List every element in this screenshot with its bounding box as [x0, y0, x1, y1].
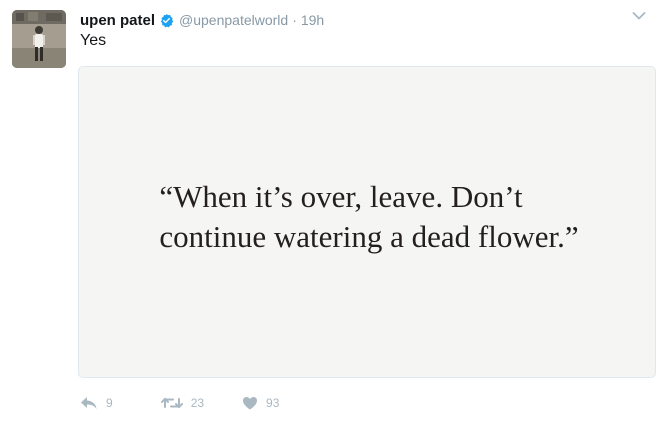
quote-line-1: “When it’s over, leave. Don’t	[159, 179, 523, 214]
quote-text: “When it’s over, leave. Don’t continue w…	[159, 177, 578, 257]
tweet-actions: 9 23 93	[80, 393, 317, 413]
verified-badge-icon	[159, 13, 174, 28]
heart-icon	[243, 397, 258, 410]
retweet-button[interactable]: 23	[160, 396, 205, 410]
user-handle[interactable]: @upenpatelworld	[179, 12, 288, 28]
separator-dot: ·	[292, 12, 297, 28]
tweet-text: Yes	[80, 32, 107, 49]
quote-line-2: continue watering a dead flower.”	[159, 219, 579, 254]
reply-icon	[81, 397, 97, 409]
tweet: upen patel @upenpatelworld · 19h Yes “Wh…	[0, 0, 670, 421]
tweet-header: upen patel @upenpatelworld · 19h	[80, 9, 324, 31]
reply-count: 9	[106, 396, 113, 410]
reply-button[interactable]: 9	[80, 396, 113, 410]
timestamp[interactable]: 19h	[301, 12, 324, 28]
retweet-icon	[160, 397, 183, 409]
display-name[interactable]: upen patel	[80, 12, 155, 29]
tweet-media-image[interactable]: “When it’s over, leave. Don’t continue w…	[78, 66, 656, 378]
avatar[interactable]	[12, 10, 66, 68]
chevron-down-icon[interactable]	[632, 11, 646, 21]
profile-photo-icon	[12, 10, 66, 68]
retweet-count: 23	[190, 396, 205, 410]
like-button[interactable]: 93	[242, 396, 279, 410]
like-count: 93	[266, 396, 280, 410]
